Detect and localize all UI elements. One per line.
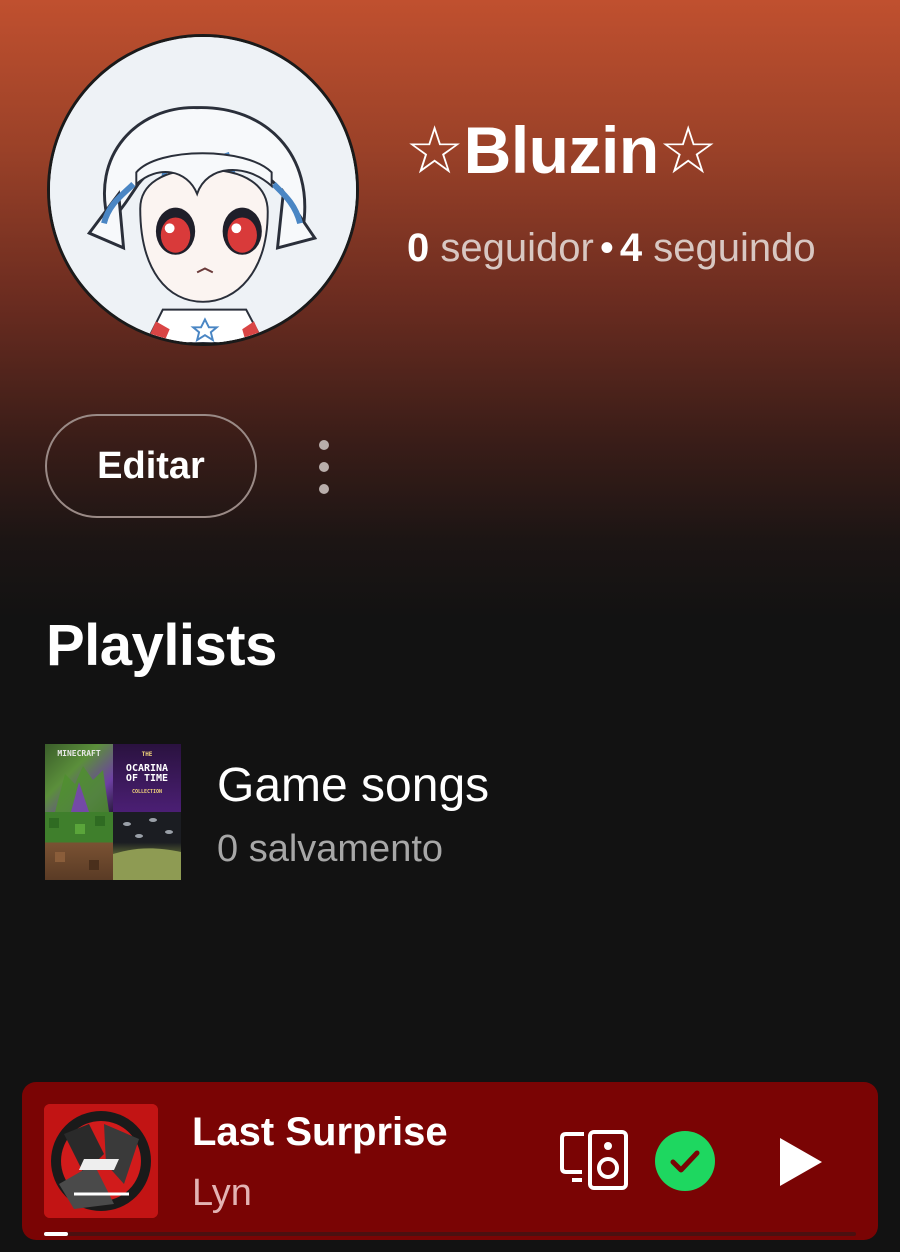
- album-art-image: [44, 1104, 158, 1218]
- now-playing-bar[interactable]: Last Surprise Lyn: [22, 1082, 878, 1240]
- playback-progress-fill: [44, 1232, 69, 1236]
- connect-devices-button[interactable]: [558, 1128, 634, 1192]
- playlist-saves: 0 salvamento: [217, 828, 444, 870]
- playlists-heading: Playlists: [46, 613, 277, 678]
- check-circle-icon: [655, 1131, 715, 1191]
- follow-stats[interactable]: 0 seguidor • 4 seguindo: [407, 226, 816, 271]
- ocarina-of-time-cover: THE OCARINA OF TIME COLLECTION: [113, 744, 181, 812]
- profile-page: ☆Bluzin☆ 0 seguidor • 4 seguindo Editar Pl…: [0, 0, 900, 1252]
- anime-avatar-image: [50, 37, 356, 343]
- dark-landscape-cover: [113, 812, 181, 880]
- playlist-item[interactable]: MINECRAFT THE OCARINA OF TIME COLLECTION: [45, 744, 855, 880]
- more-options-button[interactable]: [300, 432, 348, 502]
- following-label: seguindo: [653, 226, 816, 270]
- connect-devices-icon: [560, 1130, 628, 1190]
- minecraft-cover: MINECRAFT: [45, 744, 113, 812]
- separator-dot: •: [599, 226, 614, 270]
- track-artist[interactable]: Lyn: [192, 1172, 252, 1215]
- playlist-title: Game songs: [217, 759, 490, 812]
- edit-profile-button[interactable]: Editar: [45, 414, 257, 518]
- minecraft-grass-cover: [45, 812, 113, 880]
- followers-label: seguidor: [440, 226, 594, 270]
- ocarina-cover-text-top: THE: [141, 751, 153, 758]
- playlist-cover: MINECRAFT THE OCARINA OF TIME COLLECTION: [45, 744, 181, 880]
- ocarina-cover-text-main: OCARINA OF TIME: [125, 763, 169, 784]
- profile-avatar[interactable]: [47, 34, 359, 346]
- followers-count: 0: [407, 226, 430, 270]
- play-icon: [780, 1138, 822, 1186]
- profile-name: ☆Bluzin☆: [405, 113, 718, 187]
- more-vertical-icon: [319, 440, 329, 494]
- ocarina-cover-text-bottom: COLLECTION: [131, 789, 163, 795]
- play-button[interactable]: [774, 1134, 826, 1190]
- added-to-library-button[interactable]: [653, 1129, 717, 1193]
- track-title[interactable]: Last Surprise: [192, 1110, 448, 1155]
- following-count: 4: [619, 226, 643, 270]
- track-cover: [44, 1104, 158, 1218]
- playback-progress-bar[interactable]: [44, 1232, 856, 1236]
